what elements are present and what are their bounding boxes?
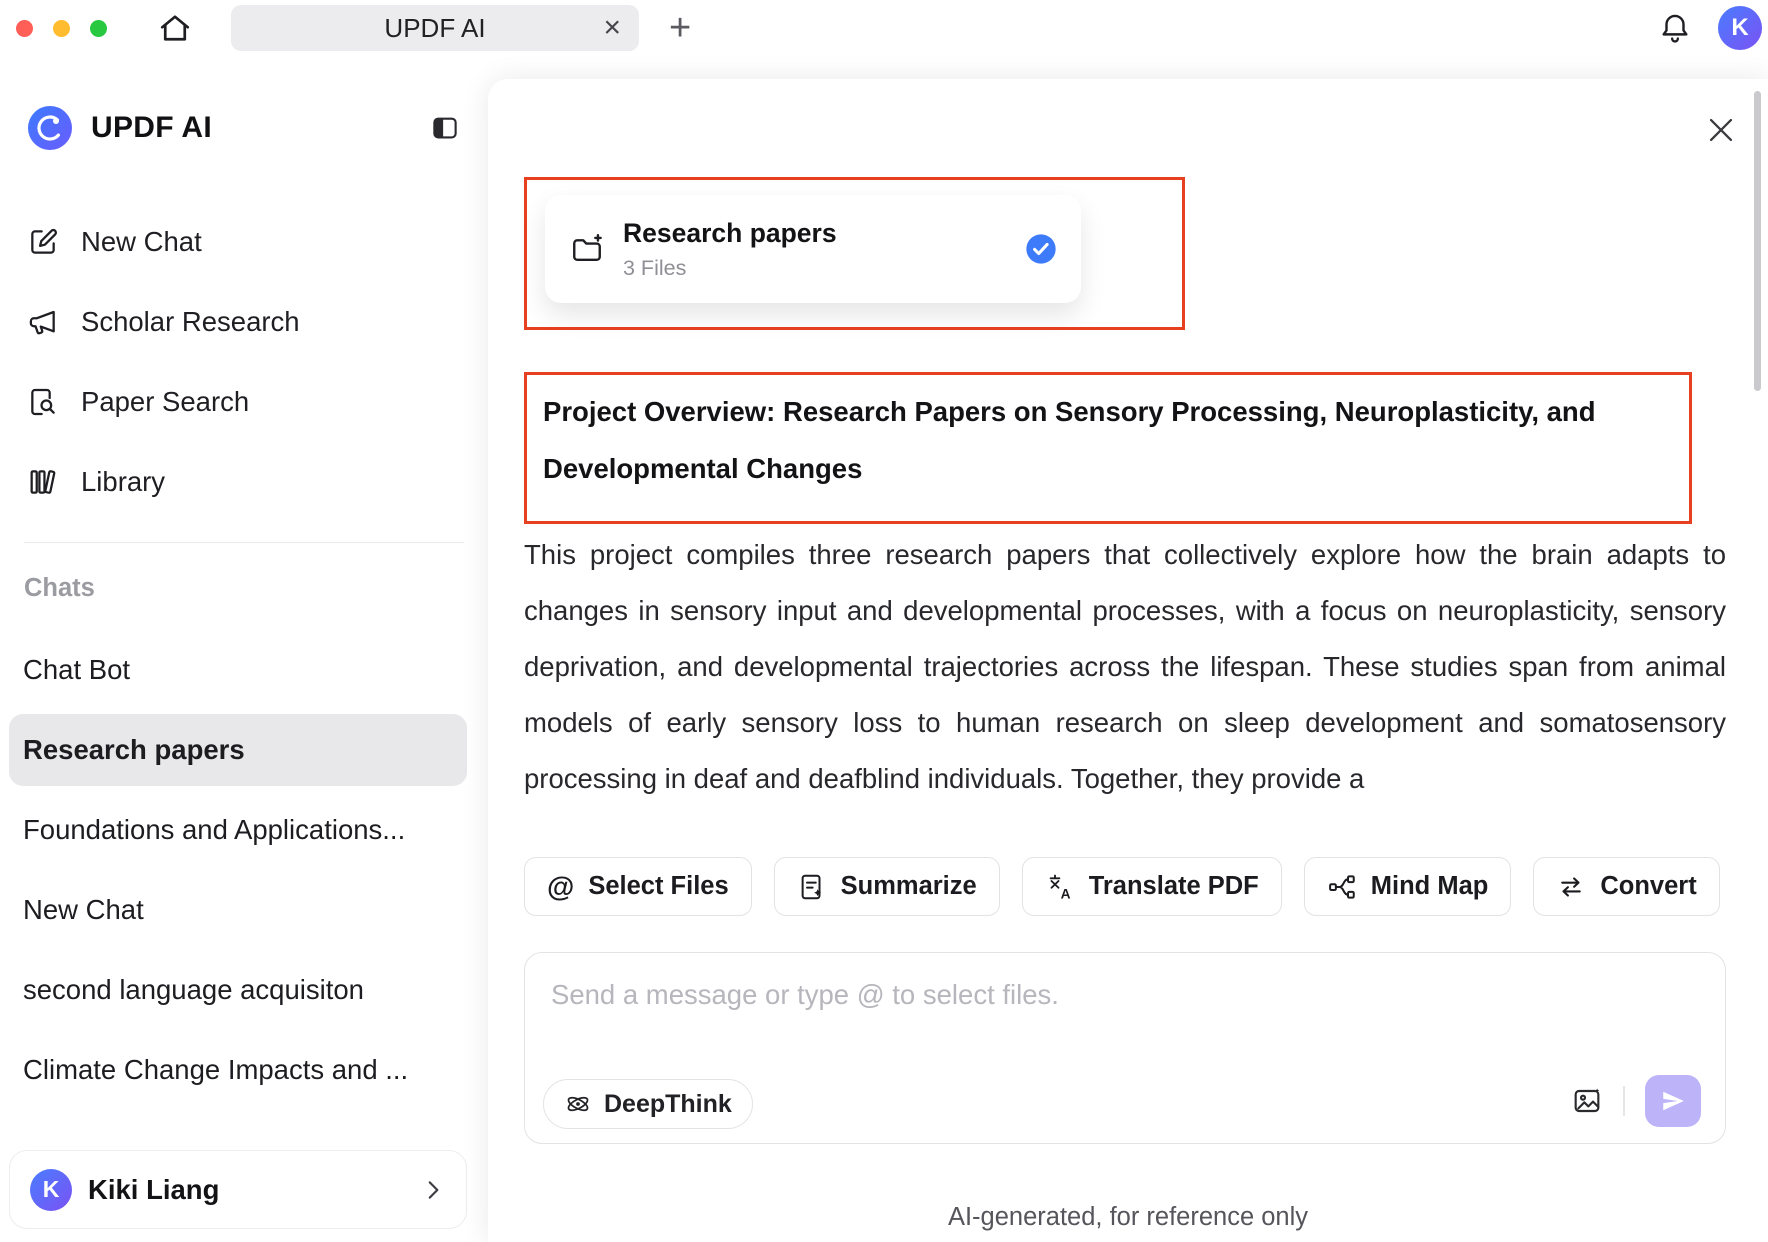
input-divider (1623, 1086, 1625, 1116)
action-chips-row: @ Select Files Summarize A (524, 857, 1720, 916)
chip-label: Translate PDF (1089, 872, 1259, 901)
titlebar-right: K (1658, 6, 1762, 50)
chat-item-second-language[interactable]: second language acquisiton (9, 954, 467, 1026)
chat-panel: Research papers 3 Files Project Overview… (488, 79, 1768, 1242)
home-icon[interactable] (157, 10, 193, 46)
sidebar-item-label: New Chat (81, 226, 202, 258)
select-files-button[interactable]: @ Select Files (524, 857, 752, 916)
chat-item-new-chat[interactable]: New Chat (9, 874, 467, 946)
message-input-box: DeepThink (524, 952, 1726, 1144)
at-icon: @ (547, 871, 574, 903)
sidebar-collapse-icon[interactable] (430, 113, 460, 143)
file-card-text: Research papers 3 Files (623, 218, 837, 281)
sidebar-item-label: Library (81, 466, 165, 498)
sidebar: UPDF AI New Chat (0, 56, 488, 1242)
chat-item-chat-bot[interactable]: Chat Bot (9, 634, 467, 706)
chip-label: Select Files (588, 872, 728, 901)
sidebar-item-scholar-research[interactable]: Scholar Research (27, 282, 468, 362)
mind-map-button[interactable]: Mind Map (1304, 857, 1512, 916)
ai-disclaimer: AI-generated, for reference only (488, 1203, 1768, 1232)
scrollbar-thumb[interactable] (1754, 91, 1761, 391)
mind-map-icon (1327, 872, 1357, 902)
deepthink-toggle[interactable]: DeepThink (543, 1079, 753, 1129)
user-profile-card[interactable]: K Kiki Liang (9, 1150, 467, 1229)
chip-label: Mind Map (1371, 872, 1489, 901)
translate-icon: A (1045, 872, 1075, 902)
sidebar-header: UPDF AI (27, 104, 460, 152)
new-tab-button[interactable]: + (669, 9, 691, 47)
traffic-lights (16, 20, 107, 37)
chevron-right-icon (420, 1177, 446, 1203)
message-input[interactable] (551, 969, 1699, 1021)
sidebar-item-label: Scholar Research (81, 306, 300, 338)
deepthink-label: DeepThink (604, 1090, 732, 1119)
app-window: UPDF AI × + K (0, 0, 1768, 1242)
sidebar-item-library[interactable]: Library (27, 442, 468, 522)
image-upload-icon[interactable] (1571, 1085, 1603, 1117)
paper-search-icon (27, 386, 59, 418)
tab-close-icon[interactable]: × (603, 13, 621, 43)
sidebar-divider (24, 542, 464, 543)
annotation-highlight-file-card: Research papers 3 Files (524, 177, 1185, 330)
megaphone-icon (27, 306, 59, 338)
window-close-button[interactable] (16, 20, 33, 37)
chat-item-foundations[interactable]: Foundations and Applications... (9, 794, 467, 866)
window-minimize-button[interactable] (53, 20, 70, 37)
convert-button[interactable]: Convert (1533, 857, 1719, 916)
selected-files-card[interactable]: Research papers 3 Files (545, 195, 1081, 303)
convert-icon (1556, 872, 1586, 902)
panel-close-icon[interactable] (1704, 113, 1738, 147)
chat-list: Chat Bot Research papers Foundations and… (9, 634, 467, 1114)
send-button[interactable] (1645, 1075, 1701, 1127)
sidebar-item-new-chat[interactable]: New Chat (27, 202, 468, 282)
new-chat-icon (27, 226, 59, 258)
file-card-subtitle: 3 Files (623, 256, 837, 281)
chip-label: Convert (1600, 872, 1696, 901)
account-avatar[interactable]: K (1718, 6, 1762, 50)
chip-label: Summarize (841, 872, 977, 901)
folder-icon (569, 231, 605, 267)
sidebar-item-paper-search[interactable]: Paper Search (27, 362, 468, 442)
project-overview-heading: Project Overview: Research Papers on Sen… (527, 375, 1689, 521)
annotation-highlight-heading: Project Overview: Research Papers on Sen… (524, 372, 1692, 524)
tab-updf-ai[interactable]: UPDF AI × (231, 5, 639, 51)
user-name: Kiki Liang (88, 1174, 219, 1206)
sidebar-item-label: Paper Search (81, 386, 249, 418)
svg-text:A: A (1060, 886, 1070, 901)
project-overview-paragraph: This project compiles three research pap… (524, 527, 1726, 807)
window-titlebar: UPDF AI × + K (0, 0, 1768, 56)
sidebar-nav: New Chat Scholar Research Paper Searc (27, 202, 468, 522)
tab-title: UPDF AI (384, 13, 485, 44)
summarize-button[interactable]: Summarize (774, 857, 1000, 916)
chat-item-research-papers[interactable]: Research papers (9, 714, 467, 786)
updf-ai-logo-icon (27, 105, 73, 151)
summarize-icon (797, 872, 827, 902)
library-books-icon (27, 466, 59, 498)
app-title: UPDF AI (91, 111, 212, 145)
selected-check-icon (1025, 233, 1057, 265)
chats-section-label: Chats (24, 574, 95, 603)
atom-icon (564, 1090, 592, 1118)
chat-item-climate-change[interactable]: Climate Change Impacts and ... (9, 1034, 467, 1106)
input-right-controls (1571, 1075, 1701, 1127)
notifications-bell-icon[interactable] (1658, 11, 1692, 45)
user-avatar: K (30, 1169, 72, 1211)
file-card-title: Research papers (623, 218, 837, 249)
window-zoom-button[interactable] (90, 20, 107, 37)
translate-pdf-button[interactable]: A Translate PDF (1022, 857, 1282, 916)
